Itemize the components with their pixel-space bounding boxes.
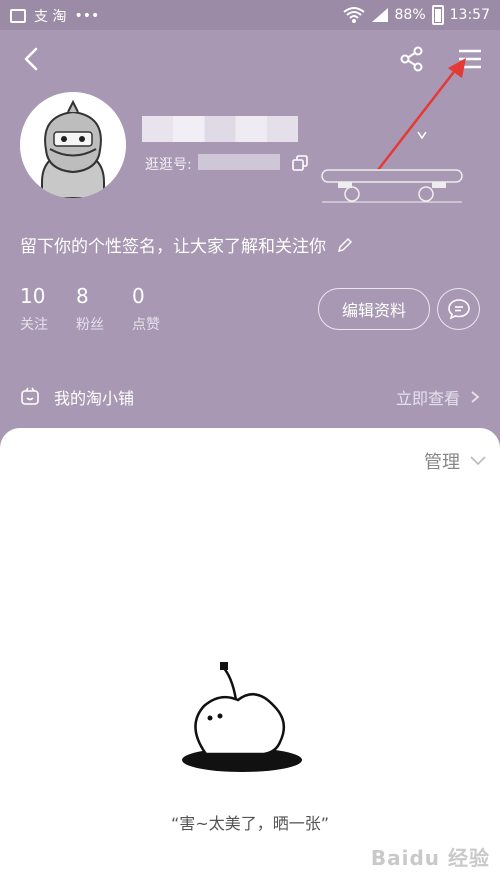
skateboard-illustration	[321, 131, 463, 203]
stat-label: 点赞	[132, 317, 160, 333]
chevron-right-icon	[471, 391, 480, 403]
signature-row[interactable]: 留下你的个性签名，让大家了解和关注你	[20, 232, 354, 257]
manage-dropdown[interactable]: 管理	[424, 448, 486, 474]
stat-number: 10	[20, 284, 46, 308]
content-panel: 管理 “害~太美了，晒一张”	[0, 428, 500, 889]
stat-likes[interactable]: 0 点赞	[132, 284, 160, 334]
empty-state-text: “害~太美了，晒一张”	[171, 814, 329, 833]
stats-row: 10 关注 8 粉丝 0 点赞	[20, 284, 160, 334]
chat-bubble-icon	[447, 299, 470, 320]
battery-percent: 88%	[394, 7, 426, 23]
guang-id-label: 逛逛号:	[145, 157, 192, 173]
shop-icon	[21, 387, 39, 405]
chevron-down-icon	[470, 456, 486, 466]
baidu-watermark: Baidu 经验	[370, 846, 490, 870]
wifi-icon	[342, 7, 365, 23]
message-button[interactable]	[437, 288, 480, 330]
taoxiaopu-row[interactable]: 我的淘小铺 立即查看	[0, 380, 500, 412]
shop-label: 我的淘小铺	[54, 389, 135, 408]
ninja-avatar-icon	[20, 92, 126, 198]
battery-icon	[431, 5, 444, 25]
pencil-icon	[337, 237, 353, 252]
signature-text: 留下你的个性签名，让大家了解和关注你	[20, 237, 326, 257]
stat-fans[interactable]: 8 粉丝	[76, 284, 104, 334]
status-bar: 支 淘 ••• 88% 13:57	[0, 0, 500, 30]
copy-icon[interactable]	[292, 155, 308, 171]
username-blurred	[142, 116, 298, 142]
back-icon[interactable]	[18, 45, 46, 73]
status-dots: •••	[74, 8, 100, 24]
avatar[interactable]	[20, 92, 126, 198]
view-now-text: 立即查看	[395, 389, 460, 408]
stat-label: 关注	[20, 317, 48, 333]
mascot-illustration	[182, 662, 302, 772]
clock: 13:57	[449, 7, 490, 23]
stat-label: 粉丝	[76, 317, 104, 333]
stat-number: 0	[132, 284, 145, 308]
edit-profile-button[interactable]: 编辑资料	[318, 288, 430, 330]
status-app-labels: 支 淘	[34, 9, 67, 25]
guang-id-blurred	[198, 154, 280, 170]
manage-label: 管理	[424, 452, 460, 473]
stat-number: 8	[76, 284, 89, 308]
gallery-icon	[10, 9, 26, 23]
view-now-link[interactable]: 立即查看	[396, 385, 480, 409]
stat-following[interactable]: 10 关注	[20, 284, 48, 334]
signal-icon	[371, 8, 388, 22]
